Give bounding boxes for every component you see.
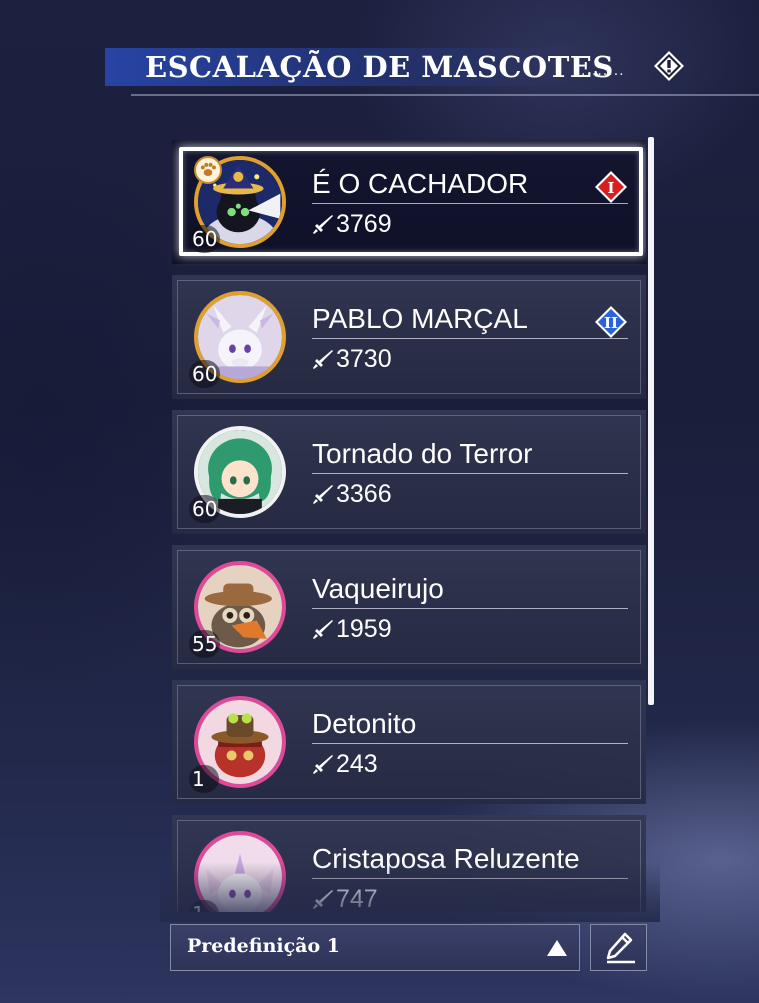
pet-card[interactable]: 1 Detonito 243 <box>172 680 646 804</box>
pet-name: Tornado do Terror <box>312 438 533 469</box>
pet-power-value: 243 <box>336 750 378 778</box>
pet-level: 60 <box>189 360 221 388</box>
triangle-up-icon <box>547 940 567 956</box>
sword-icon <box>312 348 334 370</box>
sword-icon <box>312 888 334 910</box>
list-scrollbar[interactable] <box>648 137 654 705</box>
pet-list[interactable]: 60 É O CACHADOR 3769 I 60 PABLO MARÇAL 3… <box>172 140 646 912</box>
pet-level: 1 <box>189 765 219 793</box>
pet-name: Vaqueirujo <box>312 573 444 604</box>
pet-name: Cristaposa Reluzente <box>312 843 580 874</box>
name-underline <box>312 338 628 339</box>
pet-card[interactable]: 60 É O CACHADOR 3769 I <box>172 140 646 264</box>
page-title: ESCALAÇÃO DE MASCOTES <box>145 50 614 84</box>
pet-power-value: 1959 <box>336 615 392 643</box>
pet-name: É O CACHADOR <box>312 168 529 199</box>
rank-badge-icon: II <box>594 305 628 339</box>
pet-power: 3366 <box>312 480 392 510</box>
rank-badge-icon: I <box>594 170 628 204</box>
pet-power: 747 <box>312 885 378 912</box>
pet-power: 1959 <box>312 615 392 645</box>
name-underline <box>312 743 628 744</box>
pet-name: Detonito <box>312 708 417 739</box>
sword-icon <box>312 483 334 505</box>
exclamation-diamond-icon[interactable] <box>653 50 685 82</box>
sword-icon <box>312 618 334 640</box>
pet-card[interactable]: 60 PABLO MARÇAL 3730 II <box>172 275 646 399</box>
svg-text:II: II <box>604 314 618 332</box>
pet-power-value: 3366 <box>336 480 392 508</box>
sword-icon <box>312 213 334 235</box>
edit-preset-button[interactable] <box>590 924 647 971</box>
pet-name: PABLO MARÇAL <box>312 303 528 334</box>
sword-icon <box>312 753 334 775</box>
preset-dropdown[interactable]: Predefinição 1 <box>170 924 580 971</box>
name-underline <box>312 608 628 609</box>
pet-power: 3730 <box>312 345 392 375</box>
pet-power-value: 3769 <box>336 210 392 238</box>
pet-level: 55 <box>189 630 221 658</box>
pet-card[interactable]: 1 Cristaposa Reluzente 747 <box>172 815 646 912</box>
title-divider <box>131 94 759 96</box>
paw-icon <box>194 156 222 184</box>
name-underline <box>312 203 628 204</box>
pet-level: 60 <box>189 225 221 253</box>
pet-card[interactable]: 60 Tornado do Terror 3366 <box>172 410 646 534</box>
svg-text:I: I <box>607 179 614 197</box>
pet-level: 60 <box>189 495 221 523</box>
pet-power: 243 <box>312 750 378 780</box>
title-bar: ESCALAÇÃO DE MASCOTES ........ <box>105 46 705 86</box>
pet-power: 3769 <box>312 210 392 240</box>
pet-power-value: 747 <box>336 885 378 912</box>
pencil-icon <box>606 932 635 964</box>
preset-label: Predefinição 1 <box>187 935 340 957</box>
title-dots: ........ <box>581 63 625 79</box>
pet-power-value: 3730 <box>336 345 392 373</box>
name-underline <box>312 878 628 879</box>
pet-card[interactable]: 55 Vaqueirujo 1959 <box>172 545 646 669</box>
name-underline <box>312 473 628 474</box>
